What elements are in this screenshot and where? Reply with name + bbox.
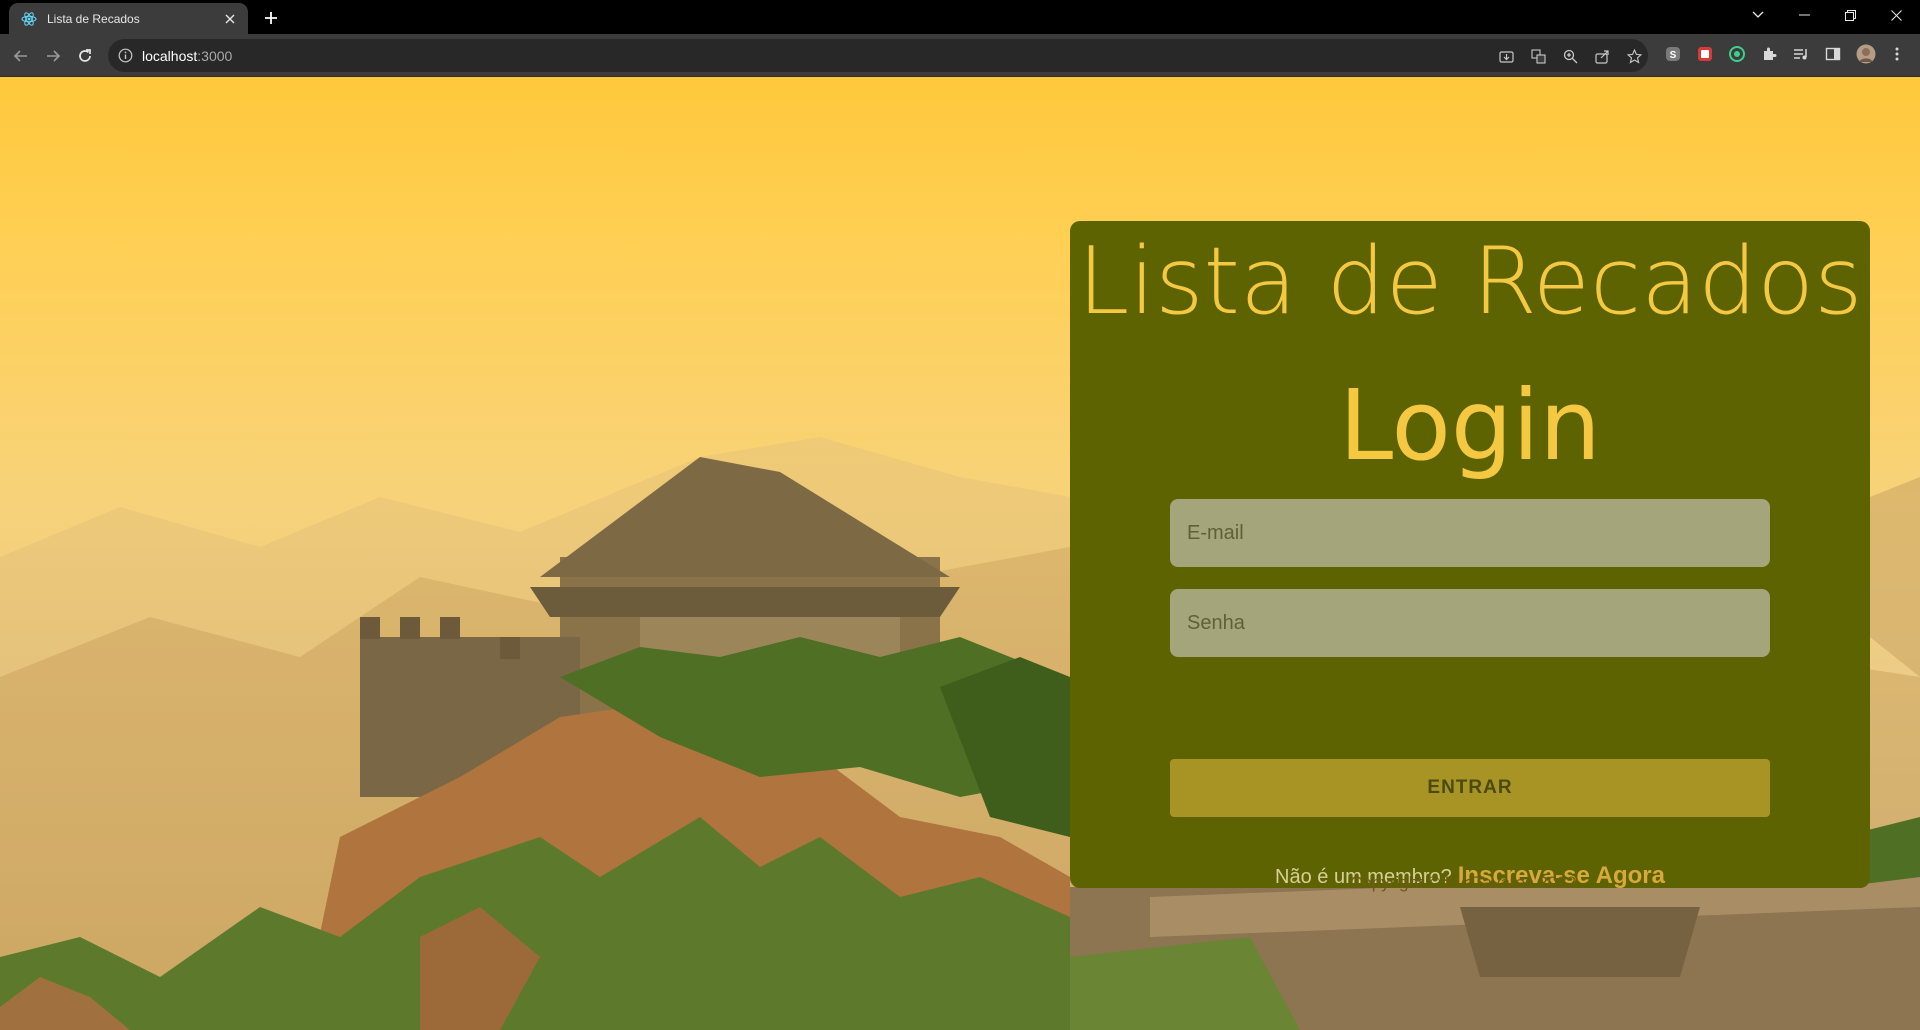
extensions-puzzle-icon[interactable] xyxy=(1760,45,1778,63)
zoom-icon[interactable] xyxy=(1562,48,1578,64)
new-tab-button[interactable] xyxy=(259,6,283,30)
info-icon[interactable] xyxy=(118,48,133,63)
extension-red-icon[interactable] xyxy=(1696,45,1714,63)
login-card: Lista de Recados Login ENTRAR Não é um m… xyxy=(1070,221,1870,889)
tab-search-icon[interactable] xyxy=(1735,0,1781,30)
media-queue-icon[interactable] xyxy=(1792,45,1810,63)
url-text: localhost:3000 xyxy=(142,48,232,64)
app-title: Lista de Recados xyxy=(1077,227,1863,335)
install-icon[interactable] xyxy=(1498,48,1514,64)
restore-icon[interactable] xyxy=(1827,0,1873,30)
translate-icon[interactable] xyxy=(1530,48,1546,64)
page-title: Login xyxy=(1339,369,1601,482)
forward-icon[interactable] xyxy=(40,43,66,69)
login-button[interactable]: ENTRAR xyxy=(1170,759,1770,817)
tab-strip: Lista de Recados xyxy=(0,0,1920,34)
url-host: localhost xyxy=(142,48,198,64)
share-icon[interactable] xyxy=(1594,48,1610,64)
tab-title: Lista de Recados xyxy=(47,11,140,26)
extension-green-icon[interactable] xyxy=(1728,45,1746,63)
url-port: :3000 xyxy=(197,48,233,64)
profile-avatar[interactable] xyxy=(1856,44,1876,64)
minimize-icon[interactable] xyxy=(1781,0,1827,30)
copyright-text: Copyright © EvaTavares 2022 xyxy=(1350,873,1577,892)
back-icon[interactable] xyxy=(8,43,34,69)
side-panel-icon[interactable] xyxy=(1824,45,1842,63)
address-bar[interactable]: localhost:3000 xyxy=(108,39,1648,72)
extension-s-icon[interactable]: S xyxy=(1664,45,1682,63)
close-icon[interactable] xyxy=(222,11,238,27)
browser-toolbar: localhost:3000 xyxy=(0,34,1920,77)
bookmark-star-icon[interactable] xyxy=(1626,48,1642,64)
email-field[interactable] xyxy=(1170,499,1770,567)
page-viewport: Lista de Recados Login ENTRAR Não é um m… xyxy=(0,77,1920,1030)
reload-icon[interactable] xyxy=(72,43,98,69)
browser-tab[interactable]: Lista de Recados xyxy=(9,3,248,34)
react-icon xyxy=(21,11,37,27)
close-window-icon[interactable] xyxy=(1873,0,1919,30)
menu-kebab-icon[interactable] xyxy=(1888,45,1906,63)
password-field[interactable] xyxy=(1170,589,1770,657)
svg-text:S: S xyxy=(1670,50,1677,61)
